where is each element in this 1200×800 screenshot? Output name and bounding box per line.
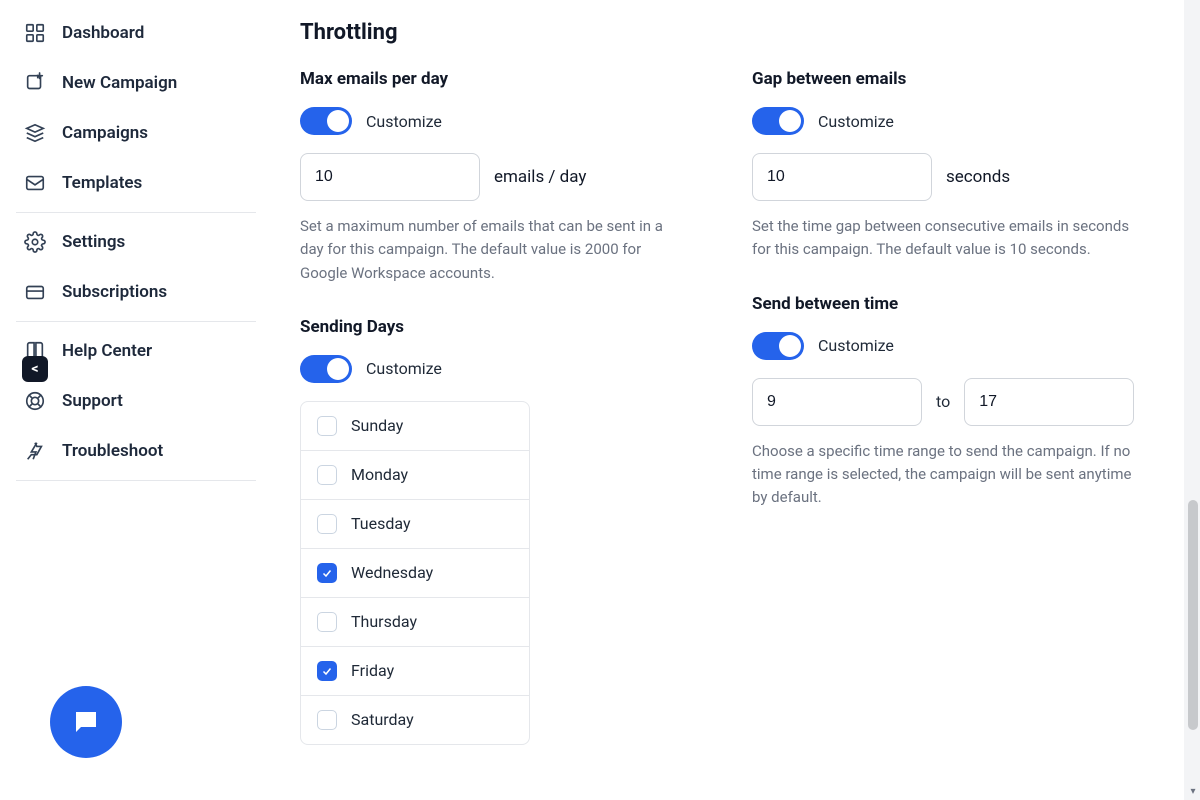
sidebar-item-label: Troubleshoot xyxy=(62,441,163,461)
sidebar-item-support[interactable]: Support xyxy=(16,376,256,426)
sidebar-item-dashboard[interactable]: Dashboard xyxy=(16,8,256,58)
max-emails-block: Max emails per day Customize emails / da… xyxy=(300,69,704,285)
scroll-down-icon[interactable]: ▾ xyxy=(1186,784,1200,798)
day-label: Thursday xyxy=(351,612,417,631)
sidebar-item-label: Help Center xyxy=(62,341,152,361)
day-label: Friday xyxy=(351,661,394,680)
sidebar-item-label: Subscriptions xyxy=(62,282,167,302)
send-between-to-input[interactable] xyxy=(964,378,1134,426)
sidebar-item-label: Support xyxy=(62,391,123,411)
dashboard-icon xyxy=(24,22,46,44)
sidebar-divider xyxy=(16,480,256,481)
send-between-title: Send between time xyxy=(752,294,1156,314)
day-item-saturday[interactable]: Saturday xyxy=(301,695,529,744)
support-icon xyxy=(24,390,46,412)
collapse-sidebar-handle[interactable]: < xyxy=(22,356,48,382)
main-content: Throttling Max emails per day Customize … xyxy=(272,0,1184,800)
sending-days-list: Sunday Monday Tuesday Wednesday xyxy=(300,401,530,745)
sidebar-item-campaigns[interactable]: Campaigns xyxy=(16,108,256,158)
sidebar-item-new-campaign[interactable]: New Campaign xyxy=(16,58,256,108)
checkbox-icon[interactable] xyxy=(317,612,337,632)
chat-fab[interactable] xyxy=(50,686,122,758)
max-emails-helper: Set a maximum number of emails that can … xyxy=(300,215,690,285)
templates-icon xyxy=(24,172,46,194)
sidebar-item-help-center[interactable]: Help Center xyxy=(16,326,256,376)
day-item-sunday[interactable]: Sunday xyxy=(301,402,529,450)
troubleshoot-icon xyxy=(24,440,46,462)
sidebar-divider xyxy=(16,321,256,322)
sidebar-item-label: New Campaign xyxy=(62,73,177,93)
sending-days-block: Sending Days Customize Sunday Monday xyxy=(300,317,704,745)
chat-icon xyxy=(71,707,101,737)
throttling-title: Throttling xyxy=(300,20,1156,45)
day-item-tuesday[interactable]: Tuesday xyxy=(301,499,529,548)
sidebar: Dashboard New Campaign Campaigns Templat… xyxy=(0,0,272,800)
send-between-customize-toggle[interactable] xyxy=(752,332,804,360)
max-emails-input[interactable] xyxy=(300,153,480,201)
subscriptions-icon xyxy=(24,281,46,303)
day-item-thursday[interactable]: Thursday xyxy=(301,597,529,646)
gap-customize-label: Customize xyxy=(818,112,894,131)
gap-block: Gap between emails Customize seconds Set… xyxy=(752,69,1156,262)
sending-days-customize-toggle[interactable] xyxy=(300,355,352,383)
day-label: Monday xyxy=(351,465,408,484)
gap-helper: Set the time gap between consecutive ema… xyxy=(752,215,1142,262)
sidebar-divider xyxy=(16,212,256,213)
scrollbar-thumb[interactable] xyxy=(1188,500,1198,730)
sidebar-item-subscriptions[interactable]: Subscriptions xyxy=(16,267,256,317)
gap-customize-toggle[interactable] xyxy=(752,107,804,135)
sidebar-item-label: Templates xyxy=(62,173,142,193)
sidebar-item-label: Campaigns xyxy=(62,123,148,143)
send-between-from-input[interactable] xyxy=(752,378,922,426)
day-item-friday[interactable]: Friday xyxy=(301,646,529,695)
new-campaign-icon xyxy=(24,72,46,94)
chevron-left-icon: < xyxy=(31,361,38,377)
gap-unit: seconds xyxy=(946,167,1010,187)
checkbox-icon[interactable] xyxy=(317,563,337,583)
sidebar-item-settings[interactable]: Settings xyxy=(16,217,256,267)
max-emails-customize-label: Customize xyxy=(366,112,442,131)
send-between-customize-label: Customize xyxy=(818,336,894,355)
gap-input[interactable] xyxy=(752,153,932,201)
sidebar-item-troubleshoot[interactable]: Troubleshoot xyxy=(16,426,256,476)
day-label: Tuesday xyxy=(351,514,411,533)
checkbox-icon[interactable] xyxy=(317,710,337,730)
send-between-sep: to xyxy=(936,392,950,411)
sending-days-customize-label: Customize xyxy=(366,359,442,378)
max-emails-title: Max emails per day xyxy=(300,69,704,89)
max-emails-unit: emails / day xyxy=(494,167,586,187)
sidebar-item-label: Dashboard xyxy=(62,23,144,43)
gap-title: Gap between emails xyxy=(752,69,1156,89)
checkbox-icon[interactable] xyxy=(317,661,337,681)
send-between-helper: Choose a specific time range to send the… xyxy=(752,440,1142,510)
checkbox-icon[interactable] xyxy=(317,465,337,485)
checkbox-icon[interactable] xyxy=(317,416,337,436)
checkbox-icon[interactable] xyxy=(317,514,337,534)
settings-icon xyxy=(24,231,46,253)
sidebar-item-label: Settings xyxy=(62,232,125,252)
campaigns-icon xyxy=(24,122,46,144)
day-label: Wednesday xyxy=(351,563,433,582)
day-item-monday[interactable]: Monday xyxy=(301,450,529,499)
day-label: Sunday xyxy=(351,416,403,435)
day-label: Saturday xyxy=(351,710,414,729)
send-between-block: Send between time Customize to Choose a … xyxy=(752,294,1156,510)
sending-days-title: Sending Days xyxy=(300,317,704,337)
day-item-wednesday[interactable]: Wednesday xyxy=(301,548,529,597)
sidebar-item-templates[interactable]: Templates xyxy=(16,158,256,208)
max-emails-customize-toggle[interactable] xyxy=(300,107,352,135)
